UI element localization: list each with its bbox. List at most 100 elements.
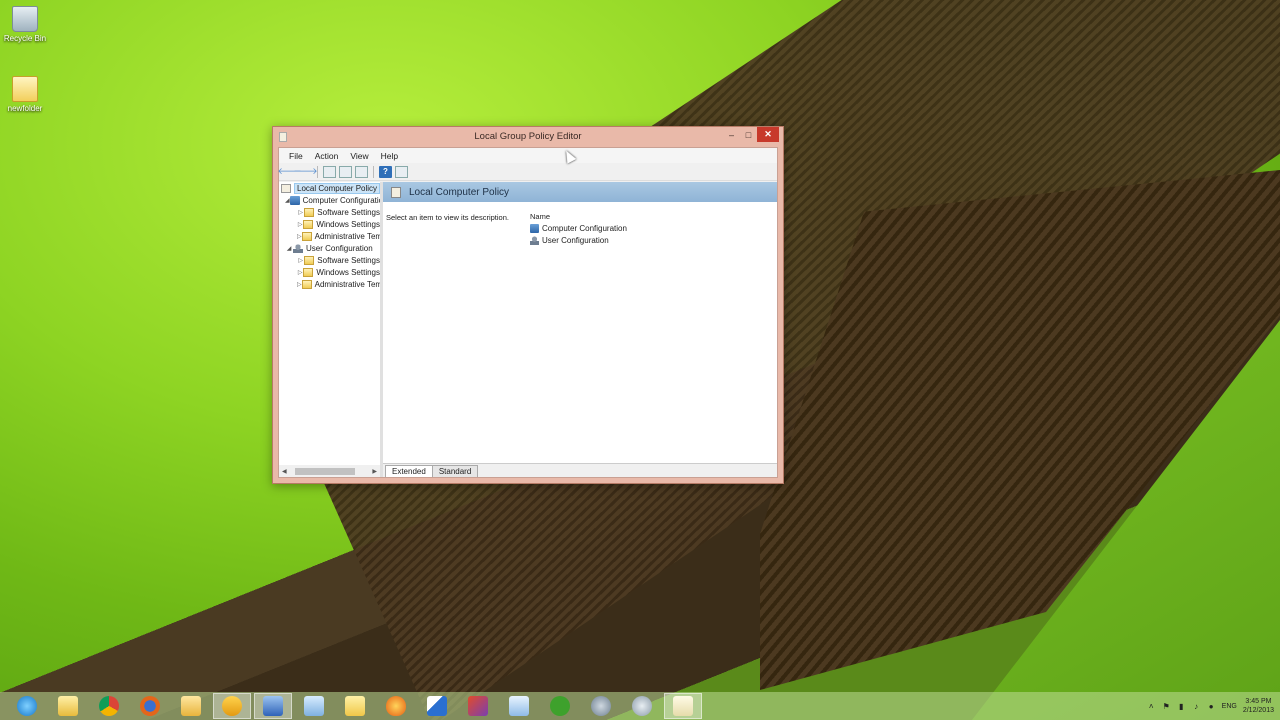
folder-icon xyxy=(304,207,315,217)
tree-item-windows-settings[interactable]: ▷ Windows Settings xyxy=(279,266,380,278)
item-list: Name Computer Configuration User Configu… xyxy=(528,210,768,246)
firefox-icon xyxy=(140,696,160,716)
tree-item-software-settings[interactable]: ▷ Software Settings xyxy=(279,206,380,218)
tree-horizontal-scrollbar[interactable]: ◀ ▶ xyxy=(279,465,380,477)
forward-arrow-icon[interactable]: 🡒 xyxy=(293,166,317,178)
maximize-button[interactable]: □ xyxy=(740,127,757,142)
tree-item-local-computer-policy[interactable]: Local Computer Policy xyxy=(279,182,380,194)
show-hidden-icons-icon[interactable]: ˄ xyxy=(1147,702,1156,711)
close-button[interactable]: ✕ xyxy=(757,127,779,142)
title-bar[interactable]: Local Group Policy Editor – □ ✕ xyxy=(273,127,783,147)
desktop-icon-recycle-bin[interactable]: Recycle Bin xyxy=(0,6,50,43)
properties-icon[interactable] xyxy=(339,165,352,178)
taskbar-policy-editor[interactable] xyxy=(664,693,702,719)
security-icon[interactable]: ● xyxy=(1207,702,1216,711)
view-icon[interactable] xyxy=(395,165,408,178)
folder-icon xyxy=(345,696,365,716)
notepad-icon xyxy=(509,696,529,716)
list-item-label: User Configuration xyxy=(542,235,609,245)
tree-item-label: Software Settings xyxy=(317,255,380,265)
list-item-label: Computer Configuration xyxy=(542,223,627,233)
tab-extended[interactable]: Extended xyxy=(385,465,433,477)
internet-explorer-icon xyxy=(17,696,37,716)
tree-item-label: Windows Settings xyxy=(316,267,380,277)
taskbar-file-explorer[interactable] xyxy=(49,693,87,719)
taskbar-tool[interactable] xyxy=(582,693,620,719)
network-status-icon[interactable]: ▮ xyxy=(1177,702,1186,711)
desktop-icon-newfolder[interactable]: newfolder xyxy=(0,76,50,113)
expand-arrow-icon[interactable]: ◢ xyxy=(285,245,293,252)
window-client: File Action View Help 🡐 🡒 ? Local Comput… xyxy=(277,147,778,478)
taskbar-mail[interactable] xyxy=(172,693,210,719)
taskbar-internet-explorer[interactable] xyxy=(8,693,46,719)
scroll-right-icon[interactable]: ▶ xyxy=(372,468,377,475)
taskbar-firefox[interactable] xyxy=(131,693,169,719)
taskbar-fire[interactable] xyxy=(377,693,415,719)
user-icon xyxy=(293,243,303,253)
network-icon xyxy=(263,696,283,716)
tree-item-label: Administrative Templates xyxy=(314,279,383,289)
export-list-icon[interactable] xyxy=(355,165,368,178)
volume-icon[interactable]: ♪ xyxy=(1192,702,1201,711)
clock[interactable]: 3:45 PM 2/12/2013 xyxy=(1243,697,1274,715)
window-title: Local Group Policy Editor xyxy=(474,131,582,142)
policy-icon xyxy=(391,186,401,198)
tree-item-windows-settings[interactable]: ▷ Windows Settings xyxy=(279,218,380,230)
chrome-icon xyxy=(99,696,119,716)
taskbar-network[interactable] xyxy=(254,693,292,719)
taskbar-paint[interactable] xyxy=(418,693,456,719)
taskbar-spotify[interactable] xyxy=(541,693,579,719)
taskbar-chrome[interactable] xyxy=(90,693,128,719)
taskbar-office[interactable] xyxy=(459,693,497,719)
scrollbar-thumb[interactable] xyxy=(294,467,355,475)
panes: Local Computer Policy ◢ Computer Configu… xyxy=(279,182,777,477)
list-item-computer-configuration[interactable]: Computer Configuration xyxy=(528,222,768,234)
tree-item-label: User Configuration xyxy=(306,243,373,253)
collapse-arrow-icon[interactable]: ▷ xyxy=(297,209,304,216)
tree-item-administrative-templates[interactable]: ▷ Administrative Templates xyxy=(279,278,380,290)
folder-icon xyxy=(301,231,312,241)
taskbar: ˄ ⚑ ▮ ♪ ● ENG 3:45 PM 2/12/2013 xyxy=(0,692,1280,720)
tree-item-user-configuration[interactable]: ◢ User Configuration xyxy=(279,242,380,254)
menu-action[interactable]: Action xyxy=(309,151,345,161)
menu-view[interactable]: View xyxy=(344,151,374,161)
expand-arrow-icon[interactable]: ◢ xyxy=(285,197,290,204)
collapse-arrow-icon[interactable]: ▷ xyxy=(297,257,304,264)
taskbar-settings[interactable] xyxy=(623,693,661,719)
tree-item-label: Software Settings xyxy=(317,207,380,217)
taskbar-notepad[interactable] xyxy=(500,693,538,719)
user-icon xyxy=(530,235,539,245)
taskbar-document[interactable] xyxy=(295,693,333,719)
file-explorer-icon xyxy=(58,696,78,716)
tree-item-label: Administrative Templates xyxy=(314,231,383,241)
recycle-bin-icon xyxy=(12,6,38,32)
language-indicator[interactable]: ENG xyxy=(1222,703,1237,710)
help-icon[interactable]: ? xyxy=(379,165,392,178)
policy-icon xyxy=(281,183,291,193)
flag-icon[interactable]: ⚑ xyxy=(1162,702,1171,711)
tab-standard[interactable]: Standard xyxy=(431,465,479,477)
column-header-name[interactable]: Name xyxy=(528,210,768,222)
view-tabs: Extended Standard xyxy=(383,463,777,477)
desktop-icon-label: Recycle Bin xyxy=(3,34,47,43)
taskbar-folder[interactable] xyxy=(336,693,374,719)
folder-icon xyxy=(303,267,314,277)
tree-item-label: Computer Configuration xyxy=(302,195,383,205)
scroll-left-icon[interactable]: ◀ xyxy=(282,468,287,475)
window-controls: – □ ✕ xyxy=(723,127,779,142)
tree-item-administrative-templates[interactable]: ▷ Administrative Templates xyxy=(279,230,380,242)
tool-icon xyxy=(591,696,611,716)
detail-header: Local Computer Policy xyxy=(383,182,777,202)
tree-item-software-settings[interactable]: ▷ Software Settings xyxy=(279,254,380,266)
policy-editor-icon xyxy=(673,696,693,716)
toolbar-separator xyxy=(373,165,374,178)
menu-help[interactable]: Help xyxy=(375,151,404,161)
list-item-user-configuration[interactable]: User Configuration xyxy=(528,234,768,246)
tree-item-label: Windows Settings xyxy=(316,219,380,229)
tree-item-computer-configuration[interactable]: ◢ Computer Configuration xyxy=(279,194,380,206)
item-description: Select an item to view its description. xyxy=(386,213,509,222)
taskbar-remote[interactable] xyxy=(213,693,251,719)
show-hide-tree-icon[interactable] xyxy=(323,165,336,178)
menu-file[interactable]: File xyxy=(283,151,309,161)
minimize-button[interactable]: – xyxy=(723,127,740,142)
